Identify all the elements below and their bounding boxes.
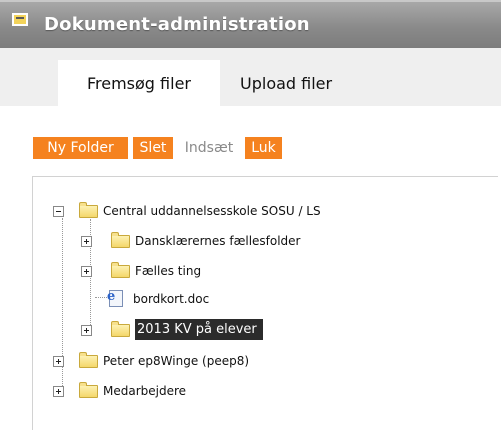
tree-node-folder[interactable]: Dansklærernes fællesfolder [81,232,461,253]
delete-button[interactable]: Slet [133,137,173,159]
folder-tree: Central uddannelsesskole SOSU / LS Dansk… [32,176,498,430]
tree-node-label[interactable]: Peter ep8Winge (peep8) [103,354,249,368]
tree-node-label[interactable]: Medarbejdere [103,384,186,398]
title-bar: Dokument-administration [0,0,501,48]
tree-node-root[interactable]: Central uddannelsesskole SOSU / LS [53,202,473,223]
folder-icon [79,382,98,398]
word-document-icon [107,289,123,307]
tree-node-label[interactable]: bordkort.doc [133,292,209,306]
tab-search-files[interactable]: Fremsøg filer [58,60,220,106]
window-title: Dokument-administration [44,14,310,35]
expand-icon[interactable] [53,386,64,397]
folder-icon [111,321,130,337]
folder-icon [79,202,98,218]
tab-bar: Fremsøg filer Upload filer [0,48,501,106]
tree-node-label-selected[interactable]: 2013 KV på elever [135,319,263,340]
tab-upload-files[interactable]: Upload filer [240,60,360,106]
close-button[interactable]: Luk [245,137,282,159]
tree-node-label[interactable]: Dansklærernes fællesfolder [135,234,301,248]
tree-node-folder[interactable]: 2013 KV på elever [81,319,461,342]
collapse-icon[interactable] [53,206,64,217]
folder-icon [79,352,98,368]
tree-node-label[interactable]: Fælles ting [135,264,201,278]
new-folder-button[interactable]: Ny Folder [33,137,128,159]
tree-node-file[interactable]: bordkort.doc [81,289,461,310]
window-icon [12,13,28,26]
tree-node-folder[interactable]: Peter ep8Winge (peep8) [53,352,473,373]
expand-icon[interactable] [53,356,64,367]
tree-node-label[interactable]: Central uddannelsesskole SOSU / LS [103,204,321,218]
folder-icon [111,232,130,248]
tree-node-folder[interactable]: Fælles ting [81,262,461,283]
tree-node-folder[interactable]: Medarbejdere [53,382,473,403]
folder-icon [111,262,130,278]
expand-icon[interactable] [81,266,92,277]
paste-button[interactable]: Indsæt [179,137,239,159]
expand-icon[interactable] [81,325,92,336]
expand-icon[interactable] [81,236,92,247]
